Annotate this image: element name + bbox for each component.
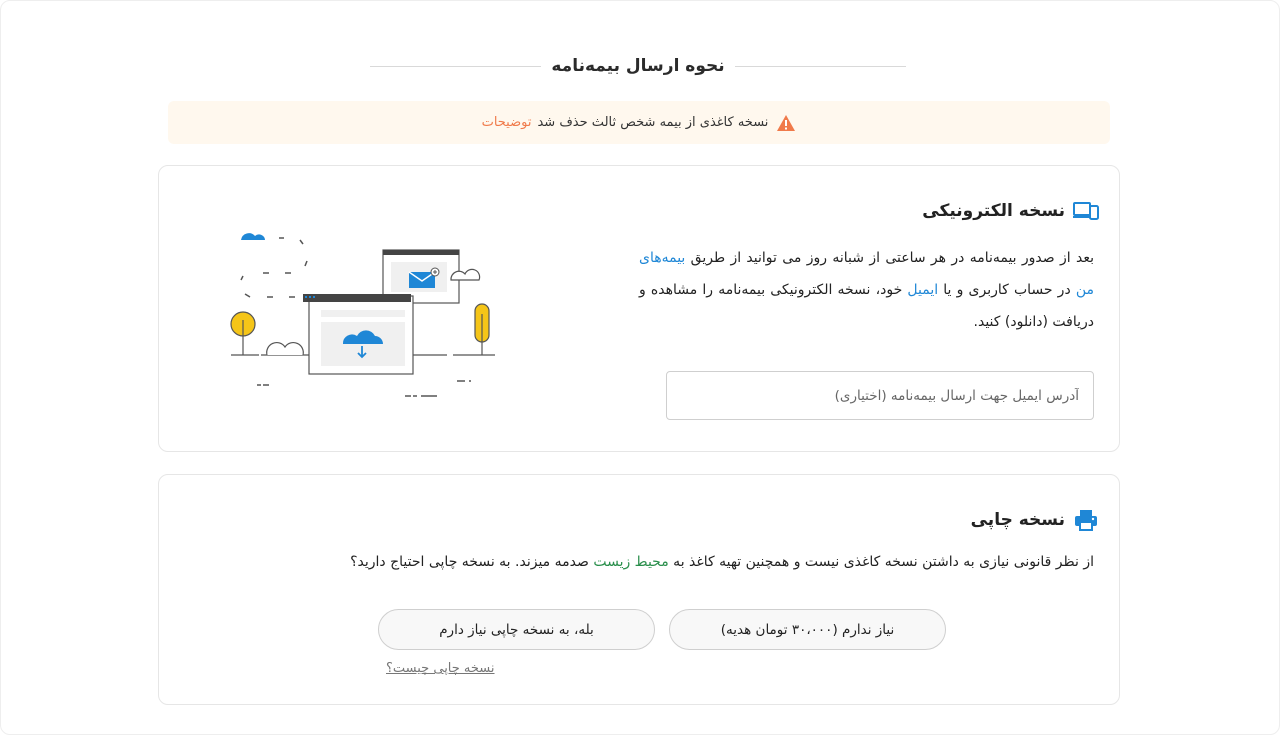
email-field[interactable] — [666, 371, 1094, 420]
electronic-copy-card: نسخه الکترونیکی بعد از صدور بیمه‌نامه در… — [158, 165, 1120, 452]
yes-print-button[interactable]: بله، به نسخه چاپی نیاز دارم — [378, 609, 655, 650]
what-is-print-link[interactable]: نسخه چاپی چیست؟ — [386, 661, 495, 676]
electronic-desc-part1: بعد از صدور بیمه‌نامه در هر ساعتی از شبا… — [685, 250, 1094, 266]
devices-icon — [1073, 200, 1099, 222]
printer-icon — [1073, 509, 1099, 531]
print-title: نسخه چاپی — [970, 510, 1065, 530]
warning-triangle-icon — [776, 114, 796, 132]
print-desc-part2: صدمه میزند. به نسخه چاپی احتیاج دارید؟ — [350, 554, 594, 570]
electronic-desc-part2: در حساب کاربری و یا — [938, 282, 1076, 298]
print-copy-card: نسخه چاپی از نظر قانونی نیازی به داشتن ن… — [158, 474, 1120, 705]
electronic-description: بعد از صدور بیمه‌نامه در هر ساعتی از شبا… — [639, 242, 1094, 338]
electronic-copy-illustration — [225, 224, 497, 404]
no-print-button[interactable]: نیاز ندارم (۳۰،۰۰۰ تومان هدیه) — [669, 609, 946, 650]
alert-text: نسخه کاغذی از بیمه شخص ثالث حذف شد — [537, 115, 769, 130]
alert-banner: نسخه کاغذی از بیمه شخص ثالث حذف شد توضیح… — [168, 101, 1110, 144]
electronic-title: نسخه الکترونیکی — [922, 201, 1065, 221]
email-link[interactable]: ایمیل — [907, 282, 938, 298]
print-description: از نظر قانونی نیازی به داشتن نسخه کاغذی … — [350, 554, 1094, 570]
environment-link: محیط زیست — [593, 554, 669, 570]
electronic-header: نسخه الکترونیکی — [922, 200, 1099, 222]
print-header: نسخه چاپی — [971, 509, 1099, 531]
page-title: نحوه ارسال بیمه‌نامه — [541, 56, 735, 76]
section-title: نحوه ارسال بیمه‌نامه — [370, 50, 906, 82]
print-desc-part1: از نظر قانونی نیازی به داشتن نسخه کاغذی … — [668, 554, 1094, 570]
alert-details-link[interactable]: توضیحات — [482, 115, 532, 130]
